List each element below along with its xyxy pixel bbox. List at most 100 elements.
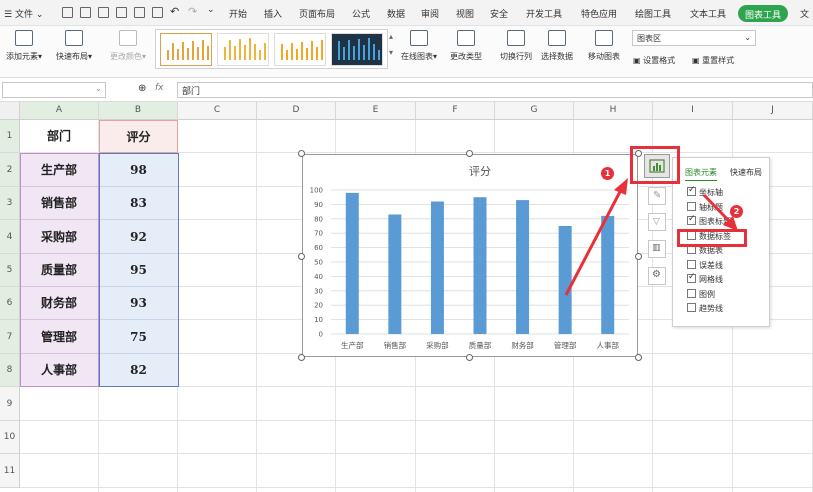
undo-icon[interactable]: ↶ (170, 5, 179, 18)
tab-security[interactable]: 安全 (490, 7, 508, 20)
resize-handle-br[interactable] (635, 354, 642, 361)
cell-a7[interactable]: 管理部 (20, 320, 99, 354)
formula-input[interactable]: 部门 (177, 82, 813, 98)
column-header-b[interactable]: B (99, 102, 178, 120)
cell-b2[interactable]: 98 (99, 153, 178, 187)
tab-review[interactable]: 审阅 (421, 7, 439, 20)
checkbox[interactable] (687, 272, 696, 283)
change-type-button[interactable]: 更改类型 (446, 30, 486, 62)
cell-a6[interactable]: 财务部 (20, 287, 99, 320)
redo-icon[interactable]: ↷ (188, 5, 197, 18)
column-header-e[interactable]: E (336, 102, 416, 120)
tab-chart-tools[interactable]: 图表工具 (738, 5, 789, 22)
chart-element-option[interactable]: 图表标题 (687, 214, 731, 227)
tab-insert[interactable]: 插入 (264, 7, 282, 20)
fx-icon[interactable]: fx (155, 83, 164, 93)
row-header-10[interactable]: 10 (0, 421, 20, 454)
file-menu[interactable]: ☰ 文件 ⌄ (4, 7, 43, 20)
set-format-button[interactable]: ▣ 设置格式 (633, 55, 675, 66)
cell-b5[interactable]: 95 (99, 254, 178, 287)
row-header-8[interactable]: 8 (0, 354, 20, 387)
column-header-h[interactable]: H (574, 102, 653, 120)
resize-handle-bm[interactable] (466, 354, 473, 361)
row-header-9[interactable]: 9 (0, 387, 20, 421)
chart-element-option[interactable]: 趋势线 (687, 303, 723, 314)
column-header-f[interactable]: F (416, 102, 495, 120)
print-preview-icon[interactable] (152, 7, 163, 18)
cell-a8[interactable]: 人事部 (20, 354, 99, 387)
gallery-scroll-up-icon[interactable]: ▴ (389, 32, 393, 41)
tab-data[interactable]: 数据 (387, 7, 405, 20)
bar-chart[interactable]: 评分 0 10 20 30 40 50 60 70 80 90 100 生产部 销售部 采购部 质量部 财务部 管… (302, 154, 638, 357)
tab-text-tools[interactable]: 文本工具 (690, 7, 726, 20)
cell-b1[interactable]: 评分 (99, 120, 178, 153)
chart-element-select[interactable]: 图表区 ⌄ (632, 30, 756, 46)
select-data-button[interactable]: 选择数据 (537, 30, 577, 62)
zoom-icon[interactable]: ⊕ (138, 83, 146, 94)
add-element-button[interactable]: 添加元素▾ (4, 30, 44, 62)
resize-handle-ml[interactable] (298, 253, 305, 260)
column-header-c[interactable]: C (178, 102, 257, 120)
checkbox[interactable] (687, 259, 696, 269)
chart-style-thumb-1[interactable] (160, 33, 212, 66)
open-file-icon[interactable] (80, 7, 91, 18)
chart-style-thumb-4[interactable] (331, 33, 383, 66)
resize-handle-tl[interactable] (298, 150, 305, 157)
row-header-1[interactable]: 1 (0, 120, 20, 153)
checkbox[interactable] (687, 303, 696, 312)
panel-tab-elements[interactable]: 图表元素 (685, 167, 717, 181)
tab-developer[interactable]: 开发工具 (526, 7, 562, 20)
cell-a3[interactable]: 销售部 (20, 187, 99, 220)
gallery-scroll-down-icon[interactable]: ▾ (389, 48, 393, 57)
resize-handle-bl[interactable] (298, 354, 305, 361)
new-file-icon[interactable] (62, 7, 73, 18)
tab-home[interactable]: 开始 (229, 7, 247, 20)
cell-a4[interactable]: 采购部 (20, 220, 99, 254)
tab-formula[interactable]: 公式 (352, 7, 370, 20)
row-header-11[interactable]: 11 (0, 454, 20, 488)
row-header-5[interactable]: 5 (0, 254, 20, 287)
checkbox[interactable] (687, 214, 696, 225)
column-header-g[interactable]: G (495, 102, 574, 120)
select-all-corner[interactable] (0, 102, 20, 120)
row-header-4[interactable]: 4 (0, 220, 20, 254)
save-icon[interactable] (98, 7, 109, 18)
cell-a1[interactable]: 部门 (20, 120, 99, 153)
checkbox[interactable] (687, 185, 696, 196)
cell-b7[interactable]: 75 (99, 320, 178, 354)
chart-style-gallery[interactable] (155, 29, 388, 69)
column-header-i[interactable]: I (653, 102, 733, 120)
chart-settings-button[interactable]: ⚙ (648, 267, 666, 285)
cell-b8[interactable]: 82 (99, 354, 178, 387)
tab-page-layout[interactable]: 页面布局 (299, 7, 335, 20)
cell-b4[interactable]: 92 (99, 220, 178, 254)
chart-element-option[interactable]: 图例 (687, 288, 715, 300)
format-painter-icon[interactable] (116, 7, 127, 18)
move-chart-button[interactable]: 移动图表 (584, 30, 624, 62)
chart-style-thumb-2[interactable] (217, 33, 269, 66)
chart-filter-button[interactable]: ▽ (648, 213, 666, 231)
resize-handle-tm[interactable] (466, 150, 473, 157)
print-icon[interactable] (134, 7, 145, 18)
cell-a5[interactable]: 质量部 (20, 254, 99, 287)
row-header-7[interactable]: 7 (0, 320, 20, 354)
checkbox[interactable] (687, 288, 696, 298)
tab-overflow[interactable]: 文 (800, 7, 809, 20)
tab-view[interactable]: 视图 (456, 7, 474, 20)
row-header-2[interactable]: 2 (0, 153, 20, 187)
panel-tab-quick-layout[interactable]: 快速布局 (730, 167, 762, 178)
cell-b3[interactable]: 83 (99, 187, 178, 220)
quick-layout-button[interactable]: 快速布局▾ (52, 30, 96, 62)
row-header-3[interactable]: 3 (0, 187, 20, 220)
chart-type-button[interactable]: ▥ (648, 240, 666, 258)
more-icon[interactable]: ⌄ (207, 5, 215, 15)
online-chart-button[interactable]: 在线图表▾ (399, 30, 439, 62)
name-box[interactable]: ⌄ (2, 82, 106, 98)
chart-element-option[interactable]: 误差线 (687, 259, 723, 271)
row-header-6[interactable]: 6 (0, 287, 20, 320)
tab-features[interactable]: 特色应用 (581, 7, 617, 20)
chart-style-button[interactable]: ✎ (648, 187, 666, 205)
reset-style-button[interactable]: ▣ 重置样式 (692, 55, 734, 66)
chart-element-option[interactable]: 轴标题 (687, 201, 723, 213)
switch-row-col-button[interactable]: 切换行列 (496, 30, 536, 62)
